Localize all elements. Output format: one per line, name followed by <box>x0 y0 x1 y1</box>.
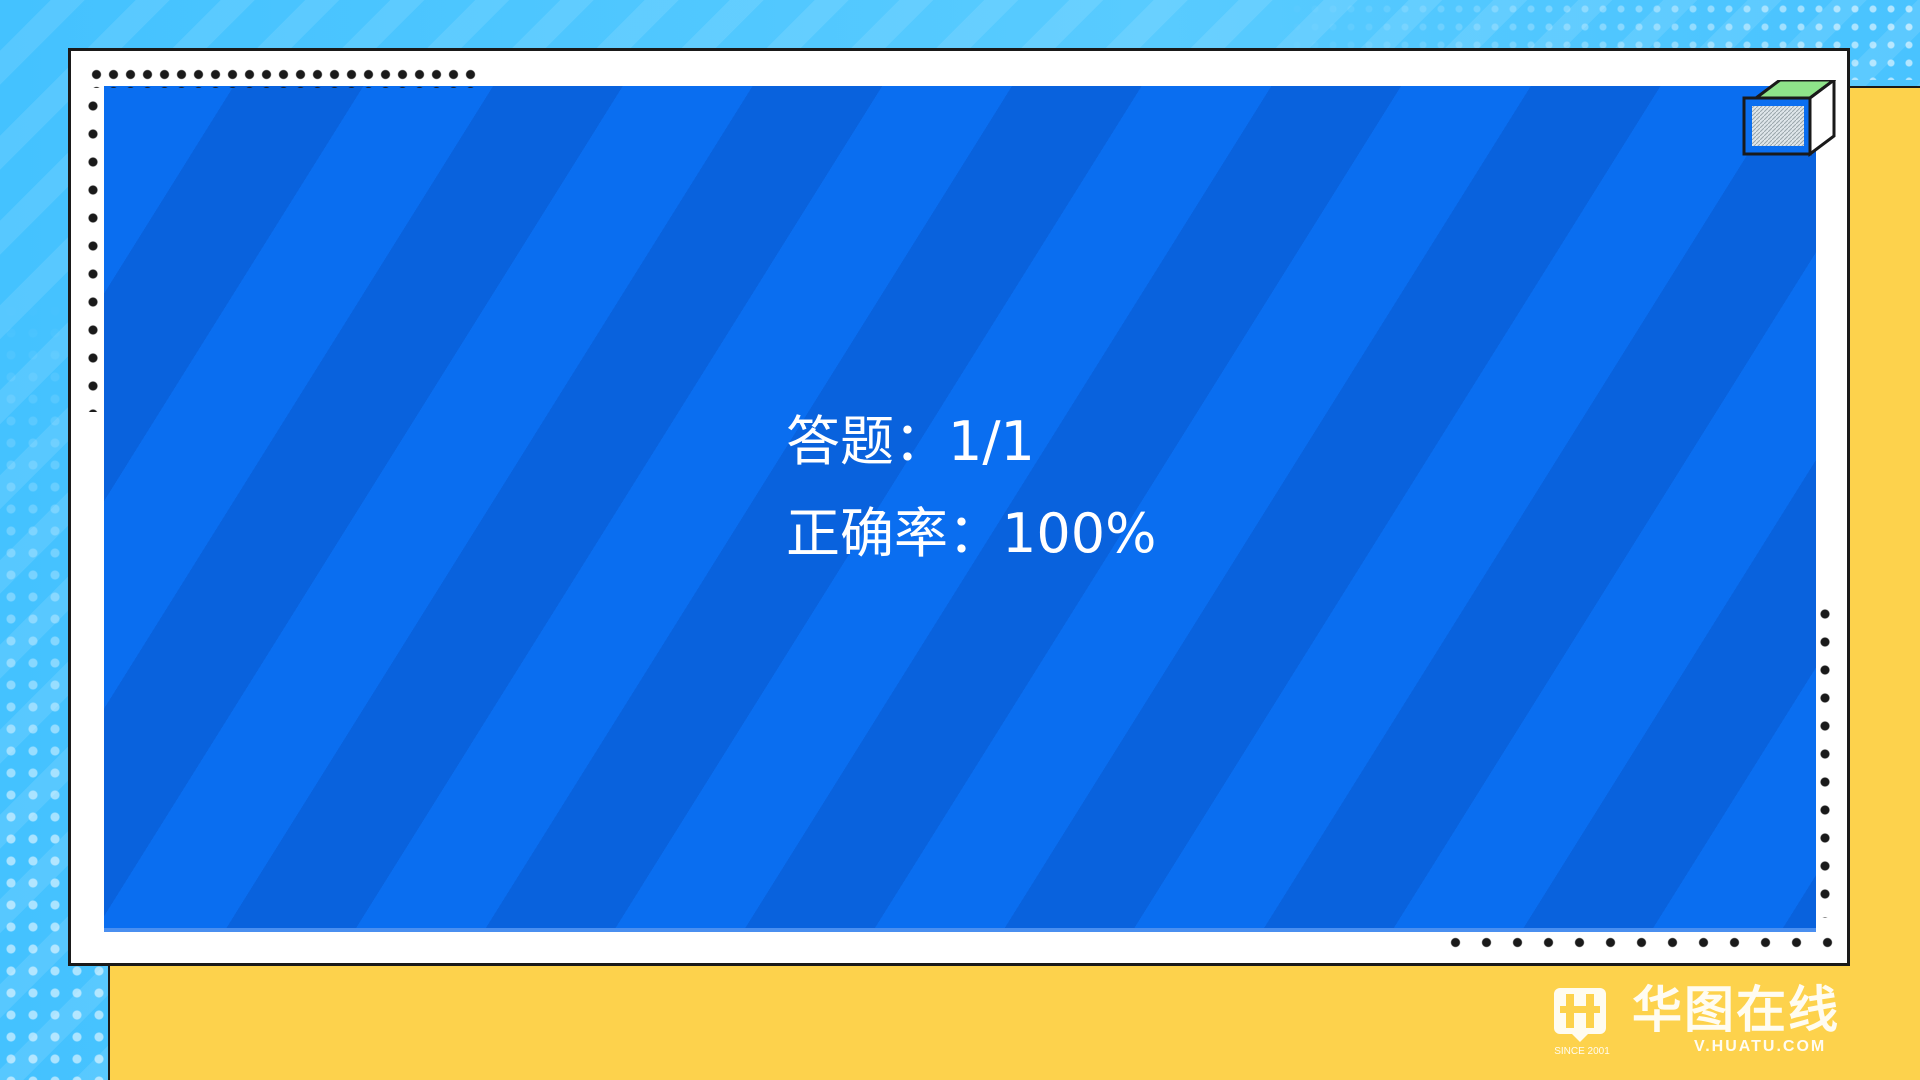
result-summary: 答题： 1/1 正确率： 100% <box>786 396 1386 580</box>
dots-decoration-left <box>84 92 102 412</box>
answered-label: 答题： <box>786 410 948 473</box>
logo-url: V.HUATU.COM <box>1694 1038 1827 1055</box>
answered-count-row: 答题： 1/1 <box>786 396 1386 488</box>
huatu-logo-icon <box>1554 988 1606 1042</box>
cube-icon <box>1742 80 1836 157</box>
dots-decoration-bottom <box>1440 934 1834 954</box>
logo-since-text: SINCE 2001 <box>1554 1046 1610 1057</box>
dots-decoration-right <box>1816 600 1834 918</box>
accuracy-value: 100% <box>1002 502 1157 565</box>
dots-decoration-top <box>88 66 478 88</box>
accuracy-row: 正确率： 100% <box>786 488 1386 580</box>
accuracy-label: 正确率： <box>786 502 1002 565</box>
answered-value: 1/1 <box>948 410 1035 473</box>
brand-logo: SINCE 2001 华图在线 V.HUATU.COM <box>1552 980 1862 1060</box>
logo-name: 华图在线 <box>1632 981 1840 1039</box>
